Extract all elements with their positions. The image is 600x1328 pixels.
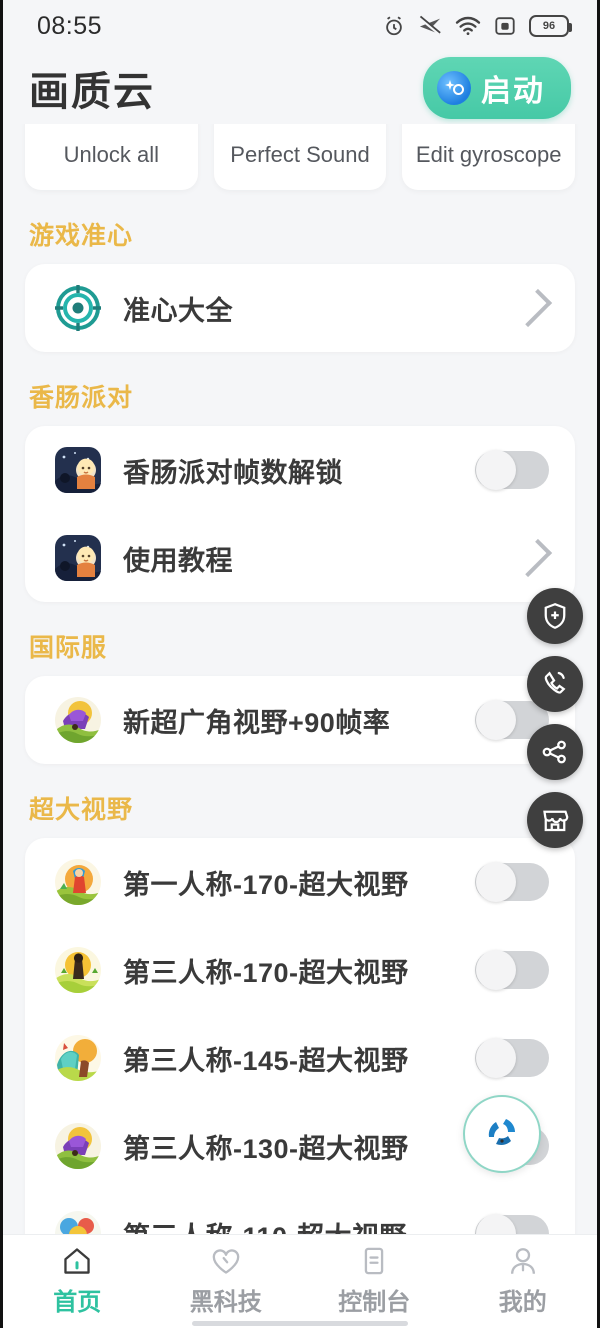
list-item-label: 新超广角视野+90帧率 <box>123 707 391 738</box>
assistant-floating-button[interactable] <box>463 1095 541 1173</box>
toggle-fp-170[interactable] <box>475 862 549 902</box>
status-time: 08:55 <box>37 11 103 40</box>
sausage-party-game-icon <box>55 535 101 581</box>
heart-icon <box>209 1246 243 1276</box>
tab-blackteach[interactable]: 黑科技 <box>152 1246 301 1317</box>
tab-home[interactable]: 首页 <box>3 1246 152 1317</box>
bottom-navigation: 首页 黑科技 控制台 我的 <box>3 1234 597 1328</box>
list-item-label: 第三人称-145-超大视野 <box>123 1045 409 1076</box>
list-item-label: 香肠派对帧数解锁 <box>123 457 343 488</box>
battery-level: 96 <box>542 19 556 32</box>
launch-button[interactable]: 启动 <box>423 57 571 119</box>
sausage-party-game-icon <box>55 447 101 493</box>
alarm-icon <box>383 15 405 37</box>
battery-icon: 96 <box>529 15 572 37</box>
section-heading-super-fov: 超大视野 <box>29 796 134 824</box>
game-thumb-yellow-icon <box>55 947 101 993</box>
screen-record-icon <box>494 15 516 37</box>
list-item-label: 第三人称-170-超大视野 <box>123 957 409 988</box>
list-item-label: 第三人称-130-超大视野 <box>123 1133 409 1164</box>
list-item-label: 使用教程 <box>123 545 233 576</box>
tab-label: 黑科技 <box>189 1289 262 1316</box>
list-item-tp-145[interactable]: 第三人称-145-超大视野 <box>25 1014 575 1102</box>
quick-card-perfect-sound[interactable]: Perfect Sound <box>213 124 387 190</box>
phone-icon[interactable] <box>527 656 583 712</box>
home-icon <box>60 1246 94 1276</box>
section-card-sausage-party: 香肠派对帧数解锁 使用教程 <box>25 426 575 602</box>
quick-card-label: Perfect Sound <box>230 142 370 167</box>
list-item-usage-tutorial[interactable]: 使用教程 <box>25 514 575 602</box>
game-thumb-teal-icon <box>55 1035 101 1081</box>
person-icon <box>506 1246 540 1276</box>
tab-mine[interactable]: 我的 <box>449 1246 598 1317</box>
list-item-fp-170[interactable]: 第一人称-170-超大视野 <box>25 838 575 926</box>
content-scroll-area[interactable]: Unlock all Perfect Sound Edit gyroscope … <box>3 124 597 1234</box>
crosshair-target-icon <box>55 285 101 331</box>
game-thumb-multi-icon <box>55 1211 101 1234</box>
section-card-crosshair: 准心大全 <box>25 264 575 352</box>
quick-actions-row: Unlock all Perfect Sound Edit gyroscope <box>3 124 597 190</box>
page-title: 画质云 <box>29 70 155 114</box>
game-thumb-orange-icon <box>55 859 101 905</box>
list-item-label: 第三人称-110-超大视野 <box>123 1215 475 1235</box>
status-icons: 96 <box>383 15 572 37</box>
floating-action-stack <box>527 588 583 848</box>
section-card-international: 新超广角视野+90帧率 <box>25 676 575 764</box>
console-icon <box>357 1246 391 1276</box>
store-icon[interactable] <box>527 792 583 848</box>
tab-label: 控制台 <box>338 1289 411 1316</box>
game-thumb-purple-icon <box>55 1123 101 1169</box>
tab-label: 首页 <box>53 1289 102 1316</box>
sparkle-orb-icon <box>437 71 471 105</box>
list-item-label: 第一人称-170-超大视野 <box>123 869 409 900</box>
section-heading-sausage-party: 香肠派对 <box>29 384 134 412</box>
assistant-logo-icon <box>480 1110 524 1159</box>
app-header: 画质云 启动 <box>3 52 597 124</box>
tab-label: 我的 <box>498 1289 547 1316</box>
quick-card-label: Edit gyroscope <box>415 142 562 167</box>
shield-plus-icon[interactable] <box>527 588 583 644</box>
tab-console[interactable]: 控制台 <box>300 1246 449 1317</box>
list-item-fps-unlock[interactable]: 香肠派对帧数解锁 <box>25 426 575 514</box>
section-heading-crosshair: 游戏准心 <box>29 222 134 250</box>
list-item-label: 准心大全 <box>123 295 233 326</box>
toggle-fps-unlock[interactable] <box>475 450 549 490</box>
status-bar: 08:55 96 <box>3 0 597 52</box>
game-thumb-purple-icon <box>55 697 101 743</box>
launch-button-label: 启动 <box>481 75 545 108</box>
list-item-tp-170[interactable]: 第三人称-170-超大视野 <box>25 926 575 1014</box>
location-off-icon <box>418 15 442 37</box>
wifi-icon <box>455 16 481 36</box>
list-item-wide-fov-90fps[interactable]: 新超广角视野+90帧率 <box>25 676 575 764</box>
quick-card-edit-gyroscope[interactable]: Edit gyroscope <box>402 124 576 190</box>
toggle-tp-145[interactable] <box>475 1038 549 1078</box>
share-icon[interactable] <box>527 724 583 780</box>
section-heading-international: 国际服 <box>29 634 108 662</box>
home-indicator <box>192 1321 408 1326</box>
toggle-tp-170[interactable] <box>475 950 549 990</box>
quick-card-label: Unlock all <box>63 142 160 167</box>
list-item-tp-110[interactable]: 第三人称-110-超大视野 <box>25 1190 575 1234</box>
section-card-super-fov: 第一人称-170-超大视野 第三人称-170-超大视野 第三人称-145-超大视… <box>25 838 575 1234</box>
toggle-tp-110[interactable] <box>475 1214 549 1234</box>
quick-card-unlock-all[interactable]: Unlock all <box>25 124 198 190</box>
phone-screen: 08:55 96 画质云 启动 Unlock all Perfect Sound… <box>0 0 600 1328</box>
list-item-crosshair-collection[interactable]: 准心大全 <box>25 264 575 352</box>
